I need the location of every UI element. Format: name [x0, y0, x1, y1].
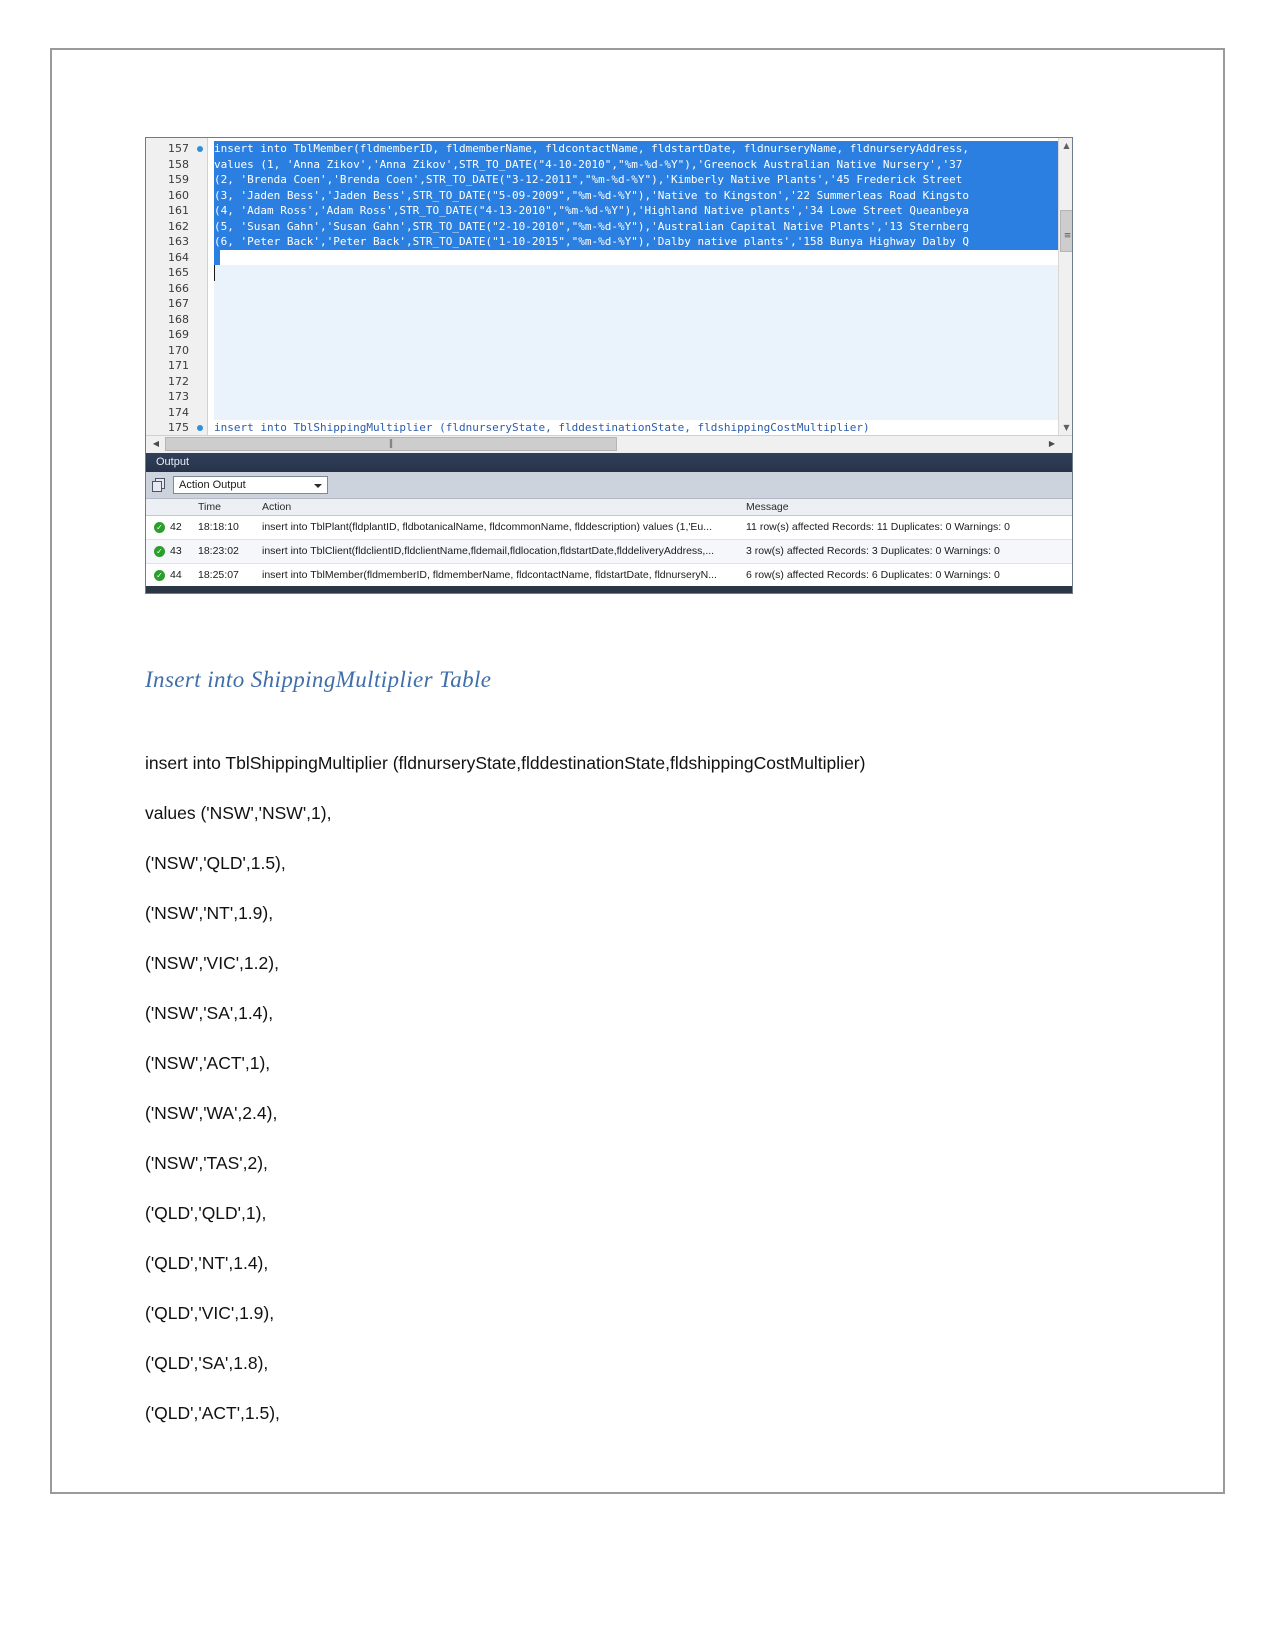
- editor-line-number-gutter: 157 158 159 160 161 162 163 164 165 166 167 168 169 1…: [146, 138, 208, 435]
- output-row[interactable]: ✓ 43 18:23:02 insert into TblClient(fldclie…: [146, 540, 1072, 564]
- code-line[interactable]: [214, 265, 1072, 281]
- sql-text-line: insert into TblShippingMultiplier (fldnu…: [145, 753, 866, 773]
- document-page: 157 158 159 160 161 162 163 164 165 166 167 168 169 1…: [50, 48, 1225, 1494]
- sql-editor[interactable]: 157 158 159 160 161 162 163 164 165 166 167 168 169 1…: [146, 138, 1072, 435]
- sql-text-line: ('QLD','NT',1.4),: [145, 1253, 269, 1273]
- editor-horizontal-scrollbar[interactable]: ◀ ‖ ▶: [146, 435, 1072, 454]
- mysql-workbench-screenshot: 157 158 159 160 161 162 163 164 165 166 167 168 169 1…: [145, 137, 1073, 594]
- code-line[interactable]: [214, 327, 1072, 343]
- code-line[interactable]: (4, 'Adam Ross','Adam Ross',STR_TO_DATE(…: [214, 203, 1072, 219]
- code-line[interactable]: (3, 'Jaden Bess','Jaden Bess',STR_TO_DAT…: [214, 187, 1072, 203]
- output-row-time: 18:25:07: [198, 569, 239, 581]
- code-line[interactable]: (6, 'Peter Back','Peter Back',STR_TO_DAT…: [214, 234, 1072, 250]
- code-line[interactable]: [214, 389, 1072, 405]
- output-row-message: 11 row(s) affected Records: 11 Duplicate…: [746, 521, 1010, 533]
- line-number: 160: [168, 188, 189, 202]
- output-row-message: 6 row(s) affected Records: 6 Duplicates:…: [746, 569, 1000, 581]
- output-row-action: insert into TblClient(fldclientID,fldcli…: [262, 545, 715, 557]
- line-number: 171: [168, 359, 189, 372]
- breakpoint-dot-icon[interactable]: [197, 425, 203, 431]
- code-line[interactable]: [214, 296, 1072, 312]
- chevron-down-icon: [314, 484, 322, 488]
- sql-text-line: ('NSW','VIC',1.2),: [145, 953, 279, 973]
- output-type-select[interactable]: Action Output: [173, 476, 328, 494]
- code-line[interactable]: values (1, 'Anna Zikov','Anna Zikov',STR…: [214, 156, 1072, 172]
- section-heading: Insert into ShippingMultiplier Table: [145, 667, 492, 692]
- sql-text-line: ('NSW','NT',1.9),: [145, 903, 274, 923]
- sql-text-line: ('NSW','WA',2.4),: [145, 1103, 278, 1123]
- line-number: 168: [168, 312, 189, 326]
- sql-text-line: ('NSW','ACT',1),: [145, 1053, 271, 1073]
- editor-code-area[interactable]: insert into TblMember(fldmemberID, fldme…: [208, 138, 1072, 435]
- line-number: 167: [168, 297, 189, 310]
- code-line[interactable]: (2, 'Brenda Coen','Brenda Coen',STR_TO_D…: [214, 172, 1072, 188]
- status-success-icon: ✓: [154, 570, 165, 581]
- line-number: 170: [168, 343, 189, 357]
- code-line[interactable]: [214, 280, 1072, 296]
- scroll-up-arrow-icon[interactable]: ▲: [1059, 138, 1072, 153]
- code-line[interactable]: [214, 311, 1072, 327]
- output-panel-toolbar: Action Output: [146, 472, 1072, 499]
- code-line[interactable]: [214, 373, 1072, 389]
- code-line[interactable]: insert into TblShippingMultiplier (fldnu…: [214, 420, 1072, 435]
- sql-text-line: ('QLD','ACT',1.5),: [145, 1403, 280, 1423]
- editor-vertical-scrollbar[interactable]: ▲ ≡ ▼: [1058, 138, 1072, 435]
- code-line[interactable]: [214, 342, 1072, 358]
- screenshot-bottom-edge: [146, 586, 1072, 593]
- scroll-right-arrow-icon[interactable]: ▶: [1044, 436, 1060, 452]
- status-success-icon: ✓: [154, 522, 165, 533]
- sql-text-line: ('NSW','QLD',1.5),: [145, 853, 286, 873]
- output-row-time: 18:18:10: [198, 521, 239, 533]
- output-row-action: insert into TblPlant(fldplantID, fldbota…: [262, 521, 713, 533]
- code-line[interactable]: [214, 404, 1072, 420]
- output-grid-rows: ✓ 42 18:18:10 insert into TblPlant(fldplant…: [146, 516, 1072, 588]
- code-line[interactable]: (5, 'Susan Gahn','Susan Gahn',STR_TO_DAT…: [214, 218, 1072, 234]
- scroll-down-arrow-icon[interactable]: ▼: [1059, 420, 1072, 435]
- output-row-index: 43: [170, 545, 182, 557]
- output-grid-header: Time Action Message: [146, 499, 1072, 516]
- line-number: 169: [168, 328, 189, 341]
- column-header-time: Time: [198, 501, 221, 513]
- vertical-scroll-grip-icon: ≡: [1063, 231, 1072, 241]
- sql-text-line: ('QLD','VIC',1.9),: [145, 1303, 275, 1323]
- line-number: 164: [168, 250, 189, 264]
- code-line[interactable]: [214, 358, 1072, 374]
- code-line[interactable]: [214, 249, 220, 265]
- column-header-message: Message: [746, 501, 789, 513]
- line-number: 159: [168, 173, 189, 186]
- output-row-time: 18:23:02: [198, 545, 239, 557]
- sql-text-line: ('QLD','SA',1.8),: [145, 1353, 269, 1373]
- code-line[interactable]: insert into TblMember(fldmemberID, fldme…: [214, 141, 1072, 157]
- output-row[interactable]: ✓ 44 18:25:07 insert into TblMember(fldmemb…: [146, 564, 1072, 588]
- line-number: 163: [168, 235, 189, 248]
- line-number: 166: [168, 281, 189, 295]
- output-row-message: 3 row(s) affected Records: 3 Duplicates:…: [746, 545, 1000, 557]
- copy-icon[interactable]: [152, 477, 167, 493]
- sql-text-line: ('NSW','TAS',2),: [145, 1153, 268, 1173]
- output-row-action: insert into TblMember(fldmemberID, fldme…: [262, 569, 717, 581]
- line-number: 175: [146, 420, 207, 436]
- status-success-icon: ✓: [154, 546, 165, 557]
- horizontal-scroll-thumb[interactable]: ‖: [165, 437, 617, 451]
- line-number: 158: [168, 157, 189, 171]
- line-number: 172: [168, 374, 189, 388]
- output-panel-titlebar: Output: [146, 453, 1072, 472]
- output-type-select-value: Action Output: [179, 479, 246, 491]
- sql-text-line: ('NSW','SA',1.4),: [145, 1003, 274, 1023]
- output-row-index: 42: [170, 521, 182, 533]
- output-row[interactable]: ✓ 42 18:18:10 insert into TblPlant(fldplant…: [146, 516, 1072, 540]
- sql-text-line: values ('NSW','NSW',1),: [145, 803, 332, 823]
- line-number: 161: [168, 204, 189, 217]
- breakpoint-dot-icon[interactable]: [197, 146, 203, 152]
- line-number: 174: [168, 405, 189, 419]
- column-header-action: Action: [262, 501, 292, 513]
- sql-text-line: ('QLD','QLD',1),: [145, 1203, 267, 1223]
- sql-statement-body: insert into TblShippingMultiplier (fldnu…: [145, 738, 1145, 1438]
- line-number: 162: [168, 219, 189, 233]
- scroll-left-arrow-icon[interactable]: ◀: [148, 436, 164, 452]
- line-number: 173: [168, 390, 189, 403]
- output-row-index: 44: [170, 569, 182, 581]
- line-number: 165: [168, 266, 189, 279]
- line-number: 157: [146, 141, 207, 157]
